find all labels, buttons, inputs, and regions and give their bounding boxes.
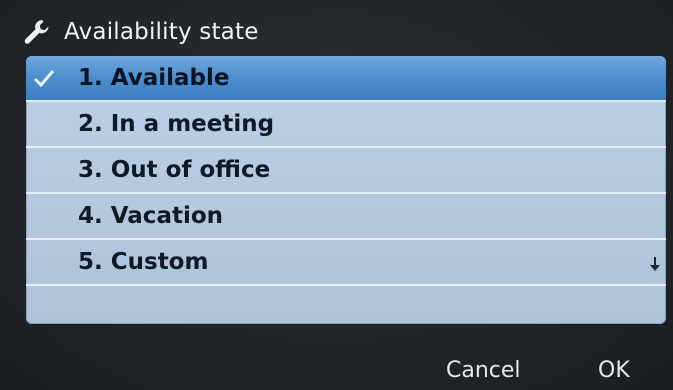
list-item-out-of-office[interactable]: 3. Out of office bbox=[26, 148, 666, 194]
arrow-down-icon bbox=[650, 257, 660, 271]
phone-screen: Availability state 1. Available 2. In a … bbox=[0, 0, 673, 390]
page-title: Availability state bbox=[64, 19, 259, 45]
cancel-button[interactable]: Cancel bbox=[446, 358, 521, 383]
list-item-label: 4. Vacation bbox=[78, 203, 224, 229]
softkey-bar: Cancel OK bbox=[0, 352, 673, 390]
list-item-label: 3. Out of office bbox=[78, 157, 271, 183]
list-item-vacation[interactable]: 4. Vacation bbox=[26, 194, 666, 240]
title-bar: Availability state bbox=[22, 10, 642, 54]
checkmark-icon bbox=[33, 70, 55, 88]
availability-list: 1. Available 2. In a meeting 3. Out of o… bbox=[26, 56, 666, 324]
ok-button[interactable]: OK bbox=[598, 358, 630, 383]
list-item-label: 2. In a meeting bbox=[78, 111, 275, 137]
list-item-custom[interactable]: 5. Custom bbox=[26, 240, 666, 286]
wrench-icon bbox=[24, 20, 49, 44]
list-item-label: 5. Custom bbox=[78, 249, 209, 275]
list-item-label: 1. Available bbox=[78, 65, 230, 91]
list-item-in-a-meeting[interactable]: 2. In a meeting bbox=[26, 102, 666, 148]
list-item-available[interactable]: 1. Available bbox=[26, 56, 666, 102]
